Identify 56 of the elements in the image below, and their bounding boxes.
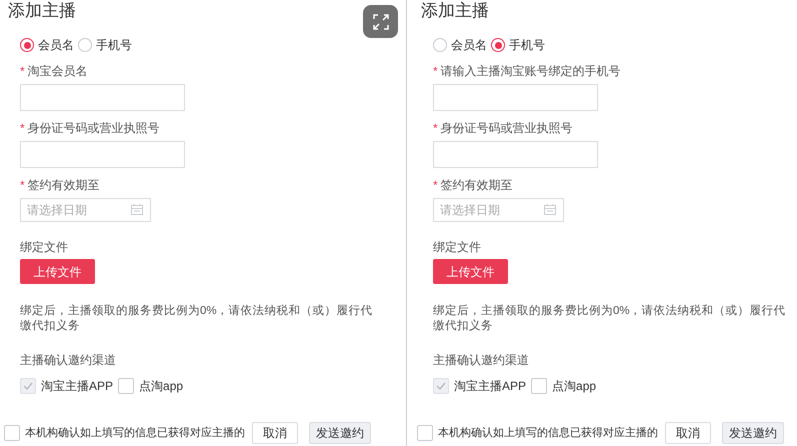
field-label: 淘宝会员名	[28, 63, 88, 79]
text-field[interactable]	[20, 141, 185, 168]
section-label: 绑定文件	[433, 239, 482, 255]
section-label: 主播确认邀约渠道	[433, 352, 530, 368]
send-invite-button[interactable]: 发送邀约	[722, 422, 784, 444]
date-field[interactable]: 请选择日期	[20, 198, 151, 222]
radio-button[interactable]	[78, 38, 92, 52]
text-field[interactable]	[433, 141, 598, 168]
field-label: 签约有效期至	[28, 177, 100, 193]
radio-button[interactable]	[433, 38, 447, 52]
check-icon	[23, 382, 33, 390]
field-label: 签约有效期至	[440, 177, 513, 193]
checkbox[interactable]	[4, 425, 20, 441]
required-mark: *	[20, 63, 25, 79]
required-mark: *	[20, 177, 25, 193]
upload-button[interactable]: 上传文件	[20, 259, 95, 284]
radio-label: 手机号	[509, 37, 545, 54]
calendar-icon	[544, 204, 556, 215]
cancel-button[interactable]: 取消	[665, 422, 711, 444]
radio-label: 会员名	[451, 37, 487, 54]
cancel-button[interactable]: 取消	[252, 422, 298, 444]
text-field[interactable]	[20, 84, 185, 111]
send-invite-button[interactable]: 发送邀约	[309, 422, 371, 444]
agreement-text: 本机构确认如上填写的信息已获得对应主播的	[438, 426, 658, 441]
checkbox[interactable]	[118, 378, 134, 394]
checkbox-label: 淘宝主播APP	[454, 378, 526, 395]
expand-button[interactable]	[363, 5, 398, 38]
agreement-text: 本机构确认如上填写的信息已获得对应主播的	[25, 426, 245, 441]
checkbox-label: 点淘app	[552, 378, 596, 395]
notice-text: 绑定后，主播领取的服务费比例为0%，请依法纳税和（或）履行代缴代扣义务	[20, 304, 374, 334]
checkbox-label: 点淘app	[139, 378, 184, 395]
radio-label: 手机号	[96, 37, 132, 54]
checkbox[interactable]	[531, 378, 548, 394]
radio-button[interactable]	[491, 38, 505, 52]
date-field[interactable]: 请选择日期	[433, 198, 564, 222]
expand-icon	[372, 14, 388, 30]
radio-button[interactable]	[20, 38, 34, 52]
field-label: 请输入主播淘宝账号绑定的手机号	[440, 63, 621, 79]
required-mark: *	[433, 63, 438, 79]
required-mark: *	[433, 177, 438, 193]
section-label: 绑定文件	[20, 239, 69, 255]
checkbox[interactable]	[417, 425, 433, 441]
checkbox-label: 淘宝主播APP	[41, 378, 114, 395]
field-label: 身份证号码或营业执照号	[28, 120, 160, 136]
section-label: 主播确认邀约渠道	[20, 352, 117, 368]
upload-button[interactable]: 上传文件	[433, 259, 508, 284]
dialog-title: 添加主播	[8, 0, 76, 22]
radio-label: 会员名	[38, 37, 74, 54]
required-mark: *	[433, 120, 438, 136]
check-icon	[436, 382, 446, 390]
notice-text: 绑定后，主播领取的服务费比例为0%，请依法纳税和（或）履行代缴代扣义务	[433, 304, 787, 334]
calendar-icon	[131, 204, 143, 215]
field-label: 身份证号码或营业执照号	[440, 120, 573, 136]
dialog-title: 添加主播	[421, 0, 489, 22]
text-field[interactable]	[433, 84, 598, 111]
required-mark: *	[20, 120, 25, 136]
